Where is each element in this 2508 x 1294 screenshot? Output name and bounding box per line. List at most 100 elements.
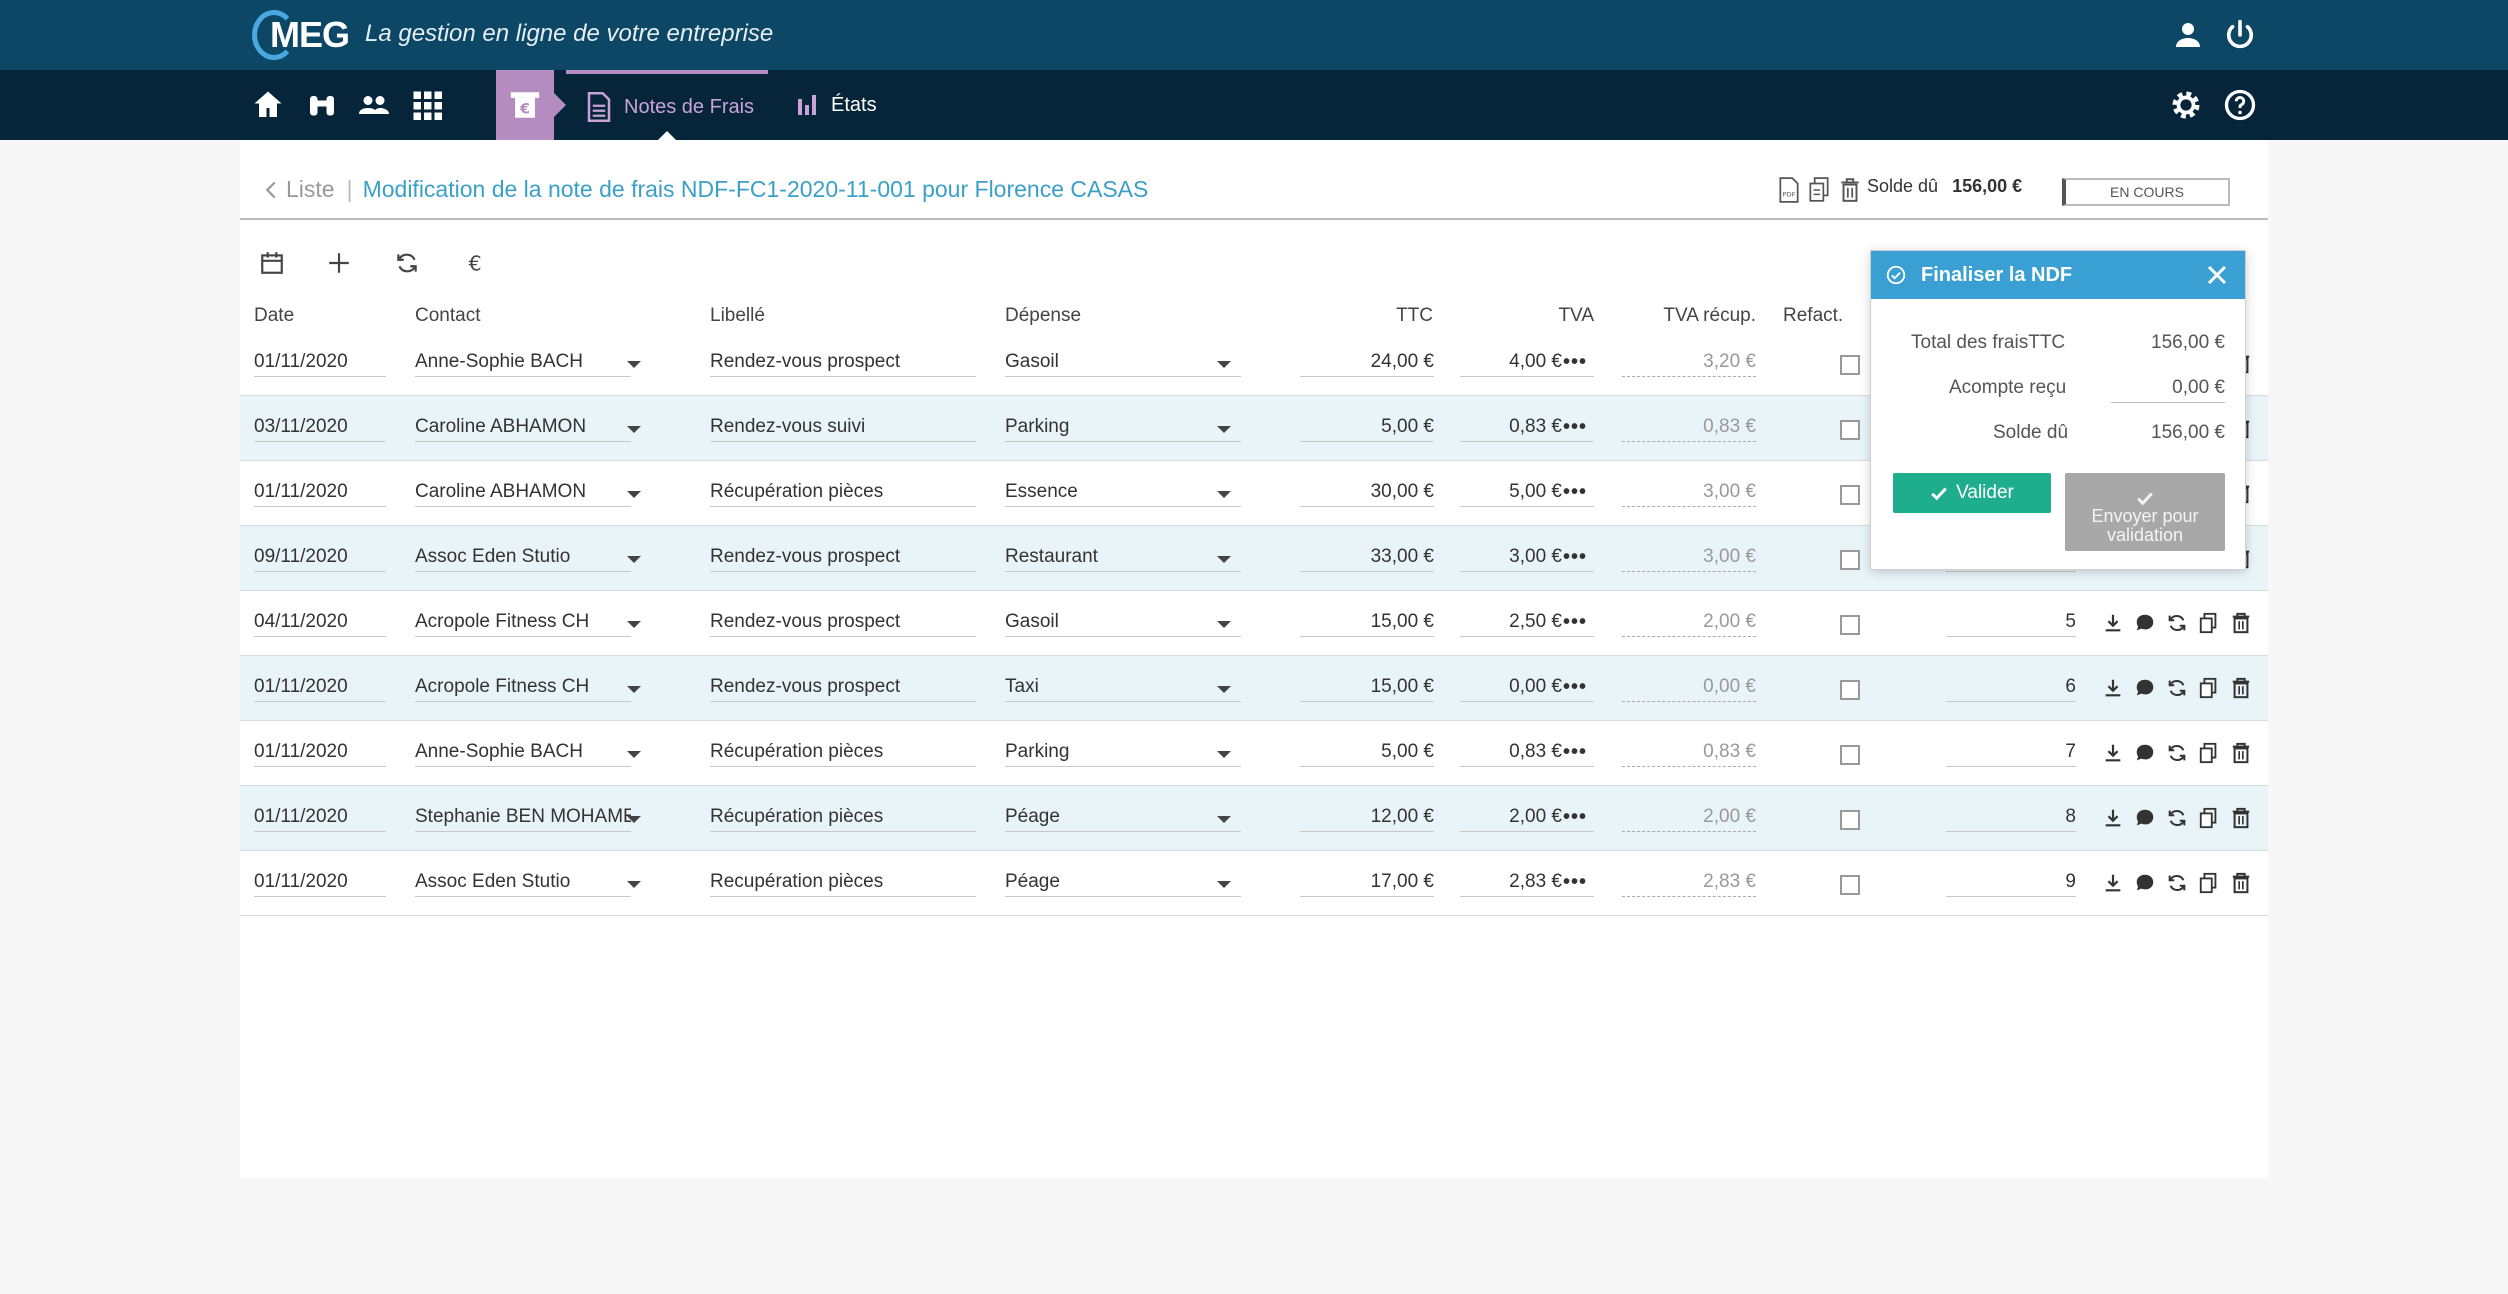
col-tva-recup[interactable]: TVA récup. [1620,305,1756,327]
line-number-field[interactable]: 8 [1946,806,2076,832]
expense-module-button[interactable]: € [496,70,554,140]
depense-dropdown-arrow[interactable] [1217,361,1231,368]
line-number-field[interactable]: 5 [1946,611,2076,637]
depense-dropdown-arrow[interactable] [1217,556,1231,563]
tab-etats[interactable]: États [795,70,877,140]
euro-icon[interactable]: € [462,250,488,276]
contact-select[interactable]: Assoc Eden Stutio [415,546,631,572]
contact-select[interactable]: Anne-Sophie BACH [415,741,631,767]
table-row[interactable]: 01/11/2020 Stephanie BEN MOHAMED Récupérat… [240,786,2268,851]
tva-recup-field[interactable]: 3,20 € [1622,351,1756,377]
depense-select[interactable]: Essence [1005,481,1241,507]
ttc-field[interactable]: 15,00 € [1300,676,1434,702]
libelle-field[interactable]: Rendez-vous prospect [710,351,976,377]
tva-more-icon[interactable]: ••• [1563,416,1587,439]
contact-dropdown-arrow[interactable] [627,361,641,368]
line-number-field[interactable]: 6 [1946,676,2076,702]
libelle-field[interactable]: Recupération pièces [710,871,976,897]
comment-icon[interactable] [2134,742,2156,764]
refact-checkbox[interactable] [1840,745,1860,765]
acompte-input[interactable]: 0,00 € [2111,377,2225,403]
contact-select[interactable]: Caroline ABHAMON [415,481,631,507]
ttc-field[interactable]: 17,00 € [1300,871,1434,897]
refact-checkbox[interactable] [1840,550,1860,570]
depense-dropdown-arrow[interactable] [1217,881,1231,888]
contact-select[interactable]: Anne-Sophie BACH [415,351,631,377]
refact-checkbox[interactable] [1840,420,1860,440]
calendar-icon[interactable] [259,250,285,276]
libelle-field[interactable]: Récupération pièces [710,806,976,832]
tva-more-icon[interactable]: ••• [1563,611,1587,634]
libelle-field[interactable]: Récupération pièces [710,741,976,767]
ttc-field[interactable]: 5,00 € [1300,741,1434,767]
tva-more-icon[interactable]: ••• [1563,546,1587,569]
refresh-icon[interactable] [2166,742,2188,764]
libelle-field[interactable]: Rendez-vous prospect [710,546,976,572]
contact-dropdown-arrow[interactable] [627,686,641,693]
tva-recup-field[interactable]: 2,00 € [1622,806,1756,832]
copy-icon[interactable] [2198,677,2220,699]
trash-icon[interactable] [2230,612,2252,634]
contact-select[interactable]: Acropole Fitness CH [415,676,631,702]
libelle-field[interactable]: Rendez-vous prospect [710,676,976,702]
tva-more-icon[interactable]: ••• [1563,871,1587,894]
refresh-icon[interactable] [2166,677,2188,699]
libelle-field[interactable]: Rendez-vous suivi [710,416,976,442]
depense-select[interactable]: Parking [1005,416,1241,442]
download-icon[interactable] [2102,677,2124,699]
ttc-field[interactable]: 5,00 € [1300,416,1434,442]
col-libelle[interactable]: Libellé [710,305,765,327]
refact-checkbox[interactable] [1840,615,1860,635]
date-field[interactable]: 01/11/2020 [254,741,386,767]
col-contact[interactable]: Contact [415,305,480,327]
refact-checkbox[interactable] [1840,680,1860,700]
contact-select[interactable]: Assoc Eden Stutio [415,871,631,897]
download-icon[interactable] [2102,807,2124,829]
date-field[interactable]: 01/11/2020 [254,351,386,377]
refact-checkbox[interactable] [1840,355,1860,375]
copy-icon[interactable] [2198,807,2220,829]
ttc-field[interactable]: 15,00 € [1300,611,1434,637]
line-number-field[interactable]: 9 [1946,871,2076,897]
depense-dropdown-arrow[interactable] [1217,426,1231,433]
comment-icon[interactable] [2134,677,2156,699]
depense-select[interactable]: Péage [1005,806,1241,832]
download-icon[interactable] [2102,612,2124,634]
depense-select[interactable]: Restaurant [1005,546,1241,572]
gear-icon[interactable] [2168,87,2204,123]
tva-recup-field[interactable]: 3,00 € [1622,481,1756,507]
depense-dropdown-arrow[interactable] [1217,686,1231,693]
home-icon[interactable] [250,87,286,123]
refact-checkbox[interactable] [1840,810,1860,830]
tva-more-icon[interactable]: ••• [1563,806,1587,829]
trash-icon[interactable] [1839,177,1861,203]
depense-dropdown-arrow[interactable] [1217,751,1231,758]
contact-dropdown-arrow[interactable] [627,816,641,823]
table-row[interactable]: 01/11/2020 Acropole Fitness CH Rendez-vous… [240,656,2268,721]
col-refact[interactable]: Refact. [1783,305,1843,327]
tva-recup-field[interactable]: 2,83 € [1622,871,1756,897]
contact-dropdown-arrow[interactable] [627,881,641,888]
depense-select[interactable]: Parking [1005,741,1241,767]
chevron-left-icon[interactable] [264,180,278,200]
refresh-icon[interactable] [2166,612,2188,634]
col-depense[interactable]: Dépense [1005,305,1081,327]
copy-icon[interactable] [2198,872,2220,894]
valider-button[interactable]: Valider [1893,473,2051,513]
send-for-validation-button[interactable]: Envoyer pour validation [2065,473,2225,551]
table-row[interactable]: 01/11/2020 Assoc Eden Stutio Recupération … [240,851,2268,916]
date-field[interactable]: 04/11/2020 [254,611,386,637]
tva-recup-field[interactable]: 0,83 € [1622,416,1756,442]
trash-icon[interactable] [2230,872,2252,894]
date-field[interactable]: 01/11/2020 [254,481,386,507]
date-field[interactable]: 01/11/2020 [254,676,386,702]
ttc-field[interactable]: 12,00 € [1300,806,1434,832]
contact-dropdown-arrow[interactable] [627,556,641,563]
copy-icon[interactable] [1808,177,1830,203]
ttc-field[interactable]: 33,00 € [1300,546,1434,572]
refact-checkbox[interactable] [1840,485,1860,505]
copy-icon[interactable] [2198,612,2220,634]
user-icon[interactable] [2170,17,2206,53]
power-icon[interactable] [2222,17,2258,53]
col-ttc[interactable]: TTC [1300,305,1433,327]
